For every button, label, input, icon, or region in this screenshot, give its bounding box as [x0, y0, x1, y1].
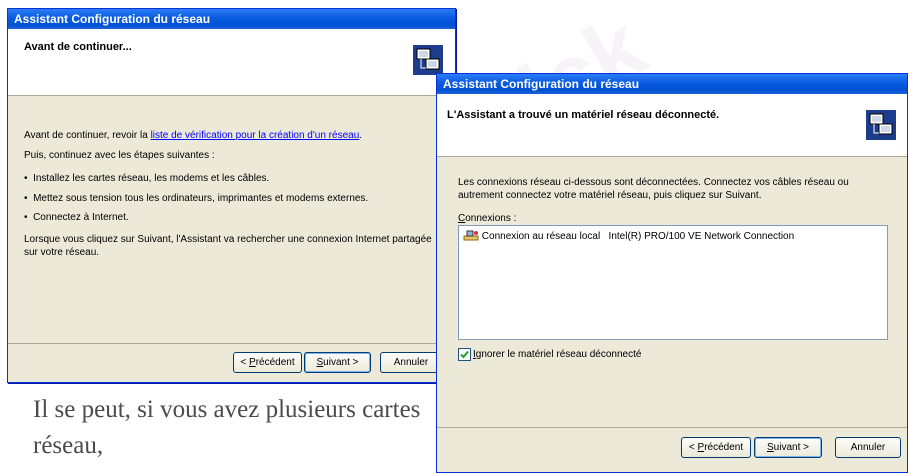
cancel-button[interactable]: Annuler: [835, 437, 901, 458]
bullet-item: • Mettez sous tension tous les ordinateu…: [24, 193, 369, 204]
checkmark-icon: [460, 350, 469, 359]
ignore-label[interactable]: Ignorer le matériel réseau déconnecté: [473, 348, 641, 361]
wizard-footer: < Précédent Suivant > Annuler: [8, 343, 455, 382]
wizard-header: L'Assistant a trouvé un matériel réseau …: [437, 94, 907, 157]
next-button[interactable]: Suivant >: [304, 352, 371, 373]
ignore-label-text: gnorer le matériel réseau déconnecté: [475, 349, 642, 360]
bullet-item: • Installez les cartes réseau, les modem…: [24, 173, 270, 184]
network-computers-icon: [866, 110, 896, 140]
back-label: récédent: [704, 442, 744, 453]
back-button[interactable]: < Précédent: [233, 352, 302, 373]
header-title: Avant de continuer...: [24, 41, 132, 53]
dialog-disconnected-hardware: Assistant Configuration du réseau L'Assi…: [436, 73, 908, 473]
next-mnemonic: S: [767, 442, 774, 453]
cancel-button[interactable]: Annuler: [380, 352, 442, 373]
title-bar[interactable]: Assistant Configuration du réseau: [437, 74, 907, 94]
back-prefix: <: [240, 357, 250, 368]
connections-label-text: onnexions :: [465, 213, 517, 224]
list-item[interactable]: Connexion au réseau local Intel(R) PRO/1…: [463, 230, 794, 244]
wizard-body: Les connexions réseau ci-dessous sont dé…: [437, 157, 907, 427]
network-computers-icon: [413, 45, 443, 75]
bullet-text: Connectez à Internet.: [33, 212, 129, 223]
bullet-text: Installez les cartes réseau, les modems …: [33, 173, 270, 184]
network-connection-icon: [463, 230, 479, 241]
connection-device: Intel(R) PRO/100 VE Network Connection: [608, 231, 795, 242]
next-label: uivant >: [323, 357, 359, 368]
background-caption: Il se peut, si vous avez plusieurs carte…: [33, 396, 421, 459]
back-button[interactable]: < Précédent: [681, 437, 751, 458]
intro-label: Avant de continuer, revoir la: [24, 130, 151, 141]
intro-end: .: [359, 130, 363, 141]
next-label: uivant >: [773, 442, 809, 453]
back-prefix: <: [688, 442, 698, 453]
connections-list[interactable]: Connexion au réseau local Intel(R) PRO/1…: [458, 225, 888, 340]
back-mnemonic: P: [249, 357, 256, 368]
checklist-link[interactable]: liste de vérification pour la création d…: [151, 130, 360, 141]
steps-intro: Puis, continuez avec les étapes suivante…: [24, 150, 215, 161]
wizard-footer: < Précédent Suivant > Annuler: [437, 427, 907, 472]
next-button[interactable]: Suivant >: [754, 437, 822, 458]
bullet-item: • Connectez à Internet.: [24, 212, 129, 223]
next-info-text: Lorsque vous cliquez sur Suivant, l'Assi…: [24, 234, 432, 258]
connections-label: Connexions :: [458, 212, 516, 225]
wizard-header: Avant de continuer...: [8, 29, 455, 96]
title-bar[interactable]: Assistant Configuration du réseau: [8, 9, 455, 29]
intro-text: Avant de continuer, revoir la liste de v…: [24, 129, 362, 142]
bullet-text: Mettez sous tension tous les ordinateurs…: [33, 193, 369, 204]
header-title: L'Assistant a trouvé un matériel réseau …: [447, 109, 720, 121]
back-label: récédent: [255, 357, 295, 368]
wizard-body: Avant de continuer, revoir la liste de v…: [8, 96, 455, 362]
description-text: Les connexions réseau ci-dessous sont dé…: [458, 177, 849, 201]
ignore-checkbox[interactable]: [458, 348, 471, 361]
dialog-before-continue: Assistant Configuration du réseau Avant …: [7, 8, 456, 383]
connection-name: Connexion au réseau local: [481, 231, 601, 242]
